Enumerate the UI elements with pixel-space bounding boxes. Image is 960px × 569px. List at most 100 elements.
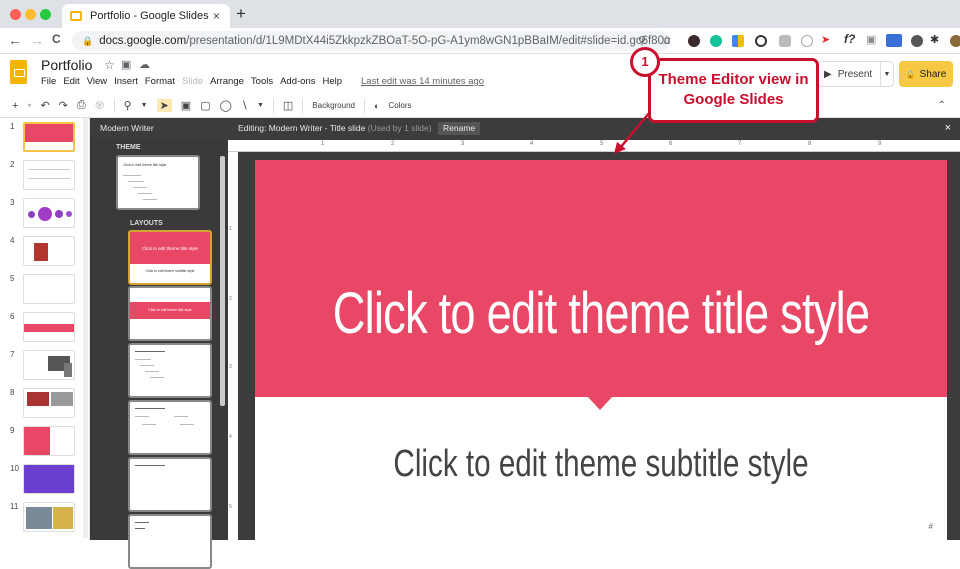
new-extension-icon[interactable] — [886, 34, 902, 47]
image-icon[interactable]: ▢ — [200, 99, 210, 112]
menu-tools[interactable]: Tools — [251, 76, 273, 87]
layout-section-header-thumbnail[interactable]: Click to edit theme title style — [128, 286, 212, 341]
slide-thumbnail-2[interactable] — [23, 160, 75, 190]
document-title[interactable]: Portfolio — [41, 57, 92, 73]
slides-logo-icon[interactable] — [10, 60, 27, 84]
print-icon[interactable]: ⎙ — [77, 99, 86, 112]
layouts-scrollbar[interactable] — [220, 156, 225, 406]
star-icon[interactable]: ☆ — [104, 58, 115, 72]
theme-name[interactable]: Modern Writer — [100, 123, 154, 133]
menu-arrange[interactable]: Arrange — [210, 76, 244, 87]
close-theme-editor-button[interactable]: × — [945, 122, 951, 134]
ruler-tick: 3 — [229, 364, 232, 370]
layout-title-slide-thumbnail[interactable]: Click to edit theme title style Click to… — [128, 230, 212, 285]
slide-number: 6 — [10, 312, 15, 321]
zoom-lens-icon[interactable]: ⚲ — [638, 34, 646, 47]
layout-title-body-thumbnail[interactable] — [128, 343, 212, 398]
font-extension-icon[interactable]: f? — [844, 32, 855, 46]
slide-thumbnail-1[interactable] — [23, 122, 75, 152]
menu-help[interactable]: Help — [322, 76, 342, 87]
slide-thumbnail-4[interactable] — [23, 236, 75, 266]
slide-thumbnail-11[interactable] — [23, 502, 75, 532]
zoom-icon[interactable]: ⚲ — [124, 99, 132, 112]
grammarly-icon[interactable] — [710, 35, 722, 47]
slide-thumbnail-8[interactable] — [23, 388, 75, 418]
undo-icon[interactable]: ↶ — [40, 99, 49, 112]
extensions-puzzle-icon[interactable]: ✱ — [930, 33, 939, 46]
slide-thumbnail-9[interactable] — [23, 426, 75, 456]
annotation-step-badge: 1 — [630, 47, 660, 77]
text-box-icon[interactable]: ▣ — [181, 99, 191, 112]
menu-edit[interactable]: Edit — [63, 76, 79, 87]
new-slide-dropdown-icon[interactable]: ▾ — [27, 101, 31, 110]
last-edit-link[interactable]: Last edit was 14 minutes ago — [361, 76, 484, 87]
cc-extension-icon[interactable] — [755, 35, 767, 47]
slide-layout-canvas[interactable]: Click to edit theme title style Click to… — [255, 160, 947, 540]
profile-avatar[interactable] — [950, 35, 960, 47]
colors-button[interactable]: Colors — [388, 101, 411, 110]
browser-tab[interactable]: Portfolio - Google Slides × — [62, 4, 230, 28]
move-folder-icon[interactable]: ▣ — [121, 58, 131, 71]
line-dropdown-icon[interactable]: ▼ — [257, 102, 264, 109]
comment-icon[interactable]: ◫ — [283, 99, 293, 112]
subtitle-placeholder[interactable]: Click to edit theme subtitle style — [331, 443, 871, 486]
paint-format-icon[interactable]: ♼ — [95, 99, 105, 112]
layout-one-column-thumbnail[interactable] — [128, 514, 212, 569]
zoom-dropdown-icon[interactable]: ▼ — [141, 102, 148, 109]
collapse-menu-icon[interactable]: ⌃ — [938, 100, 946, 111]
lock-icon: 🔒 — [905, 69, 916, 79]
close-window-button[interactable] — [10, 9, 21, 20]
slides-favicon-icon — [70, 11, 82, 21]
redo-icon[interactable]: ↷ — [59, 99, 68, 112]
title-banner — [255, 160, 947, 397]
menu-format[interactable]: Format — [145, 76, 175, 87]
slide-thumbnail-10[interactable] — [23, 464, 75, 494]
filmstrip-scrollbar[interactable] — [83, 118, 88, 538]
browser-nav-bar: ← → C 🔒 docs.google.com /presentation/d/… — [0, 28, 960, 54]
layouts-pane: THEME Click to edit theme title style LA… — [90, 138, 228, 569]
layout-title-only-thumbnail[interactable] — [128, 457, 212, 512]
menu-view[interactable]: View — [87, 76, 107, 87]
line-icon[interactable]: ∖ — [241, 99, 248, 112]
menu-slide[interactable]: Slide — [182, 76, 203, 87]
share-button[interactable]: 🔒 Share — [899, 61, 953, 87]
cloud-saved-icon[interactable]: ☁ — [139, 58, 150, 71]
forward-button[interactable]: → — [30, 32, 44, 48]
slide-number: 11 — [10, 502, 19, 511]
new-slide-icon[interactable]: + — [12, 100, 18, 112]
maximize-window-button[interactable] — [40, 9, 51, 20]
smile-extension-icon[interactable] — [801, 35, 813, 47]
rename-button[interactable]: Rename — [438, 122, 481, 135]
title-placeholder[interactable]: Click to edit theme title style — [331, 280, 871, 347]
slide-thumbnail-7[interactable] — [23, 350, 75, 380]
google-apps-extension-icon[interactable] — [732, 35, 744, 47]
reload-button[interactable]: C — [52, 32, 61, 46]
bookmark-star-icon[interactable]: ☆ — [661, 33, 672, 47]
extension-globe-icon[interactable] — [911, 35, 923, 47]
slide-thumbnail-5[interactable] — [23, 274, 75, 304]
slide-number: 2 — [10, 160, 15, 169]
background-button[interactable]: Background — [312, 101, 355, 110]
back-button[interactable]: ← — [8, 32, 22, 48]
minimize-window-button[interactable] — [25, 9, 36, 20]
menu-file[interactable]: File — [41, 76, 56, 87]
close-tab-icon[interactable]: × — [213, 9, 220, 23]
shield-extension-icon[interactable] — [779, 35, 791, 47]
menu-add-ons[interactable]: Add-ons — [280, 76, 315, 87]
slide-thumbnail-6[interactable] — [23, 312, 75, 342]
tab-title: Portfolio - Google Slides — [90, 10, 209, 22]
megaphone-extension-icon[interactable]: ➤ — [821, 33, 830, 46]
shape-icon[interactable]: ◯ — [220, 99, 232, 112]
theme-master-thumbnail[interactable]: Click to edit theme title style — [116, 155, 200, 210]
extension-dark-icon[interactable] — [688, 35, 700, 47]
present-dropdown-button[interactable]: ▼ — [880, 61, 894, 87]
slide-thumbnail-3[interactable] — [23, 198, 75, 228]
present-button[interactable]: ▶ Present — [817, 61, 881, 87]
menu-insert[interactable]: Insert — [114, 76, 138, 87]
new-tab-button[interactable]: + — [236, 4, 246, 24]
slide-number-placeholder[interactable]: # — [929, 522, 933, 531]
camera-extension-icon[interactable]: ▣ — [866, 33, 876, 46]
layout-two-columns-thumbnail[interactable] — [128, 400, 212, 455]
select-tool-icon[interactable]: ➤ — [156, 99, 172, 112]
address-bar[interactable]: 🔒 docs.google.com /presentation/d/1L9MDt… — [72, 31, 670, 51]
